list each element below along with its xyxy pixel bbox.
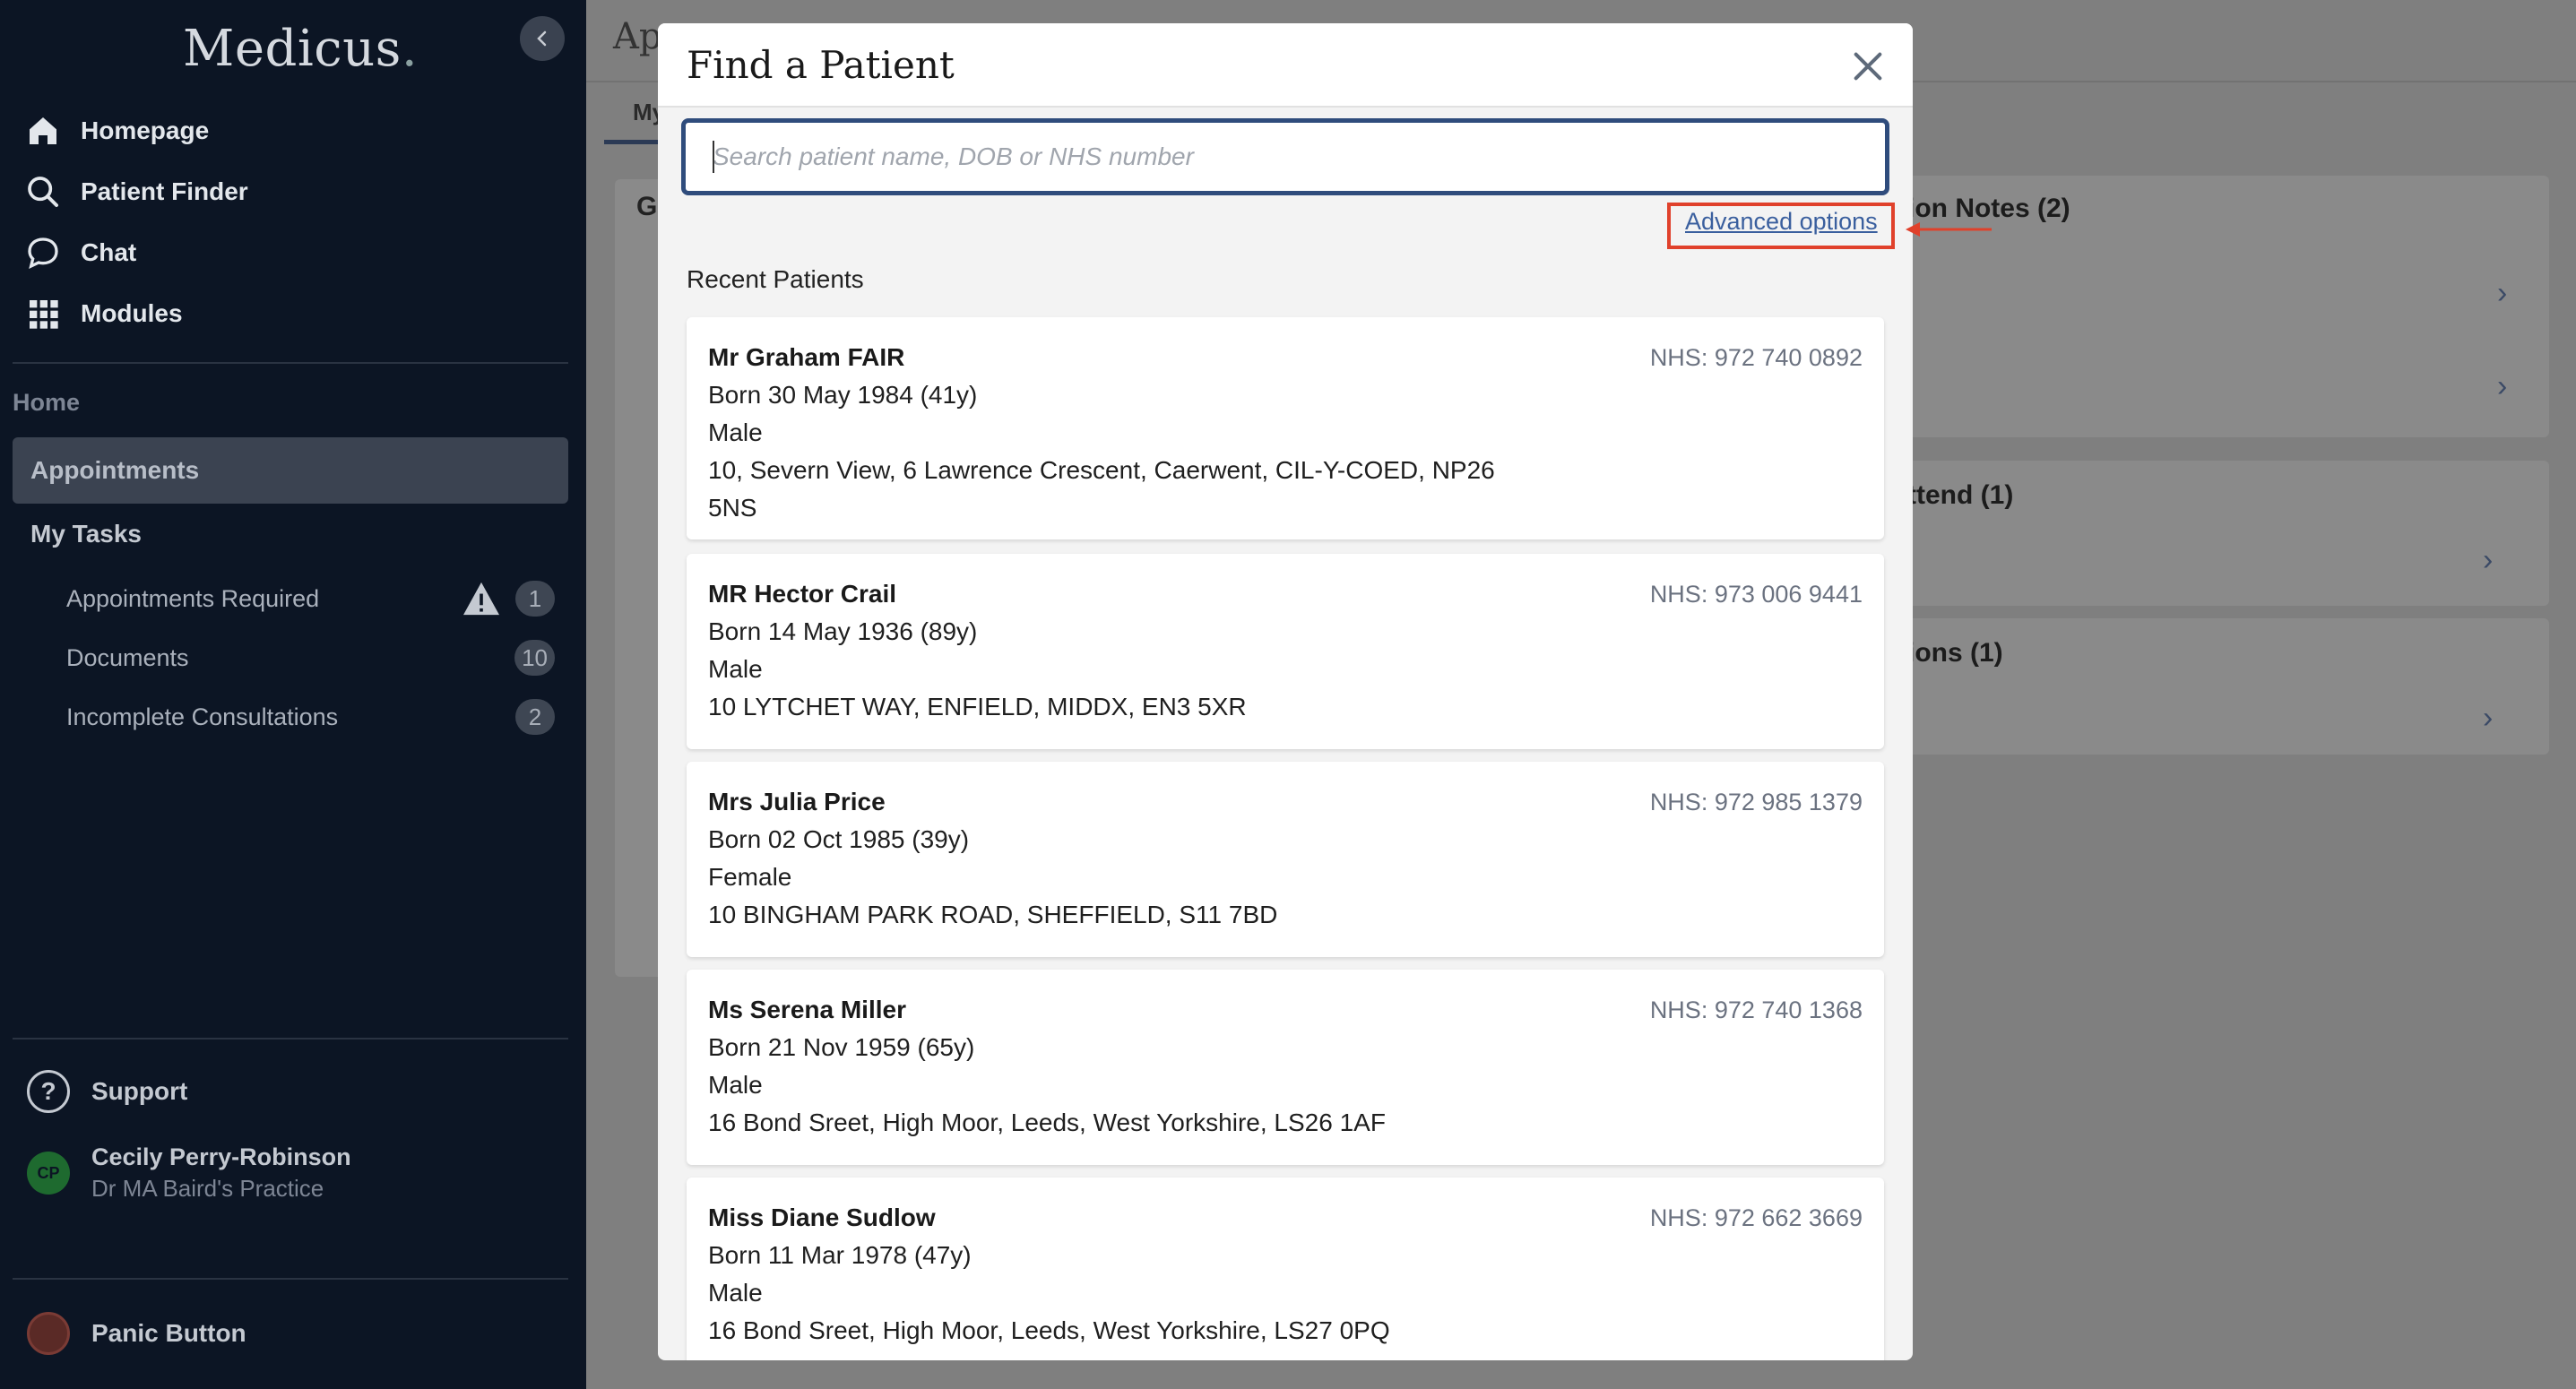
patient-search-input[interactable] — [713, 142, 1885, 171]
recent-patients-heading: Recent Patients — [687, 265, 864, 293]
task-appointments-required[interactable]: Appointments Required 1 — [66, 579, 555, 618]
chat-icon — [28, 237, 58, 270]
patient-address: 16 Bond Sreet, High Moor, Leeds, West Yo… — [708, 1316, 1390, 1344]
card-title: ttend (1) — [1907, 480, 2014, 510]
nav-chat[interactable]: Chat — [25, 228, 136, 278]
page-title: Ap — [613, 16, 662, 57]
patient-gender: Female — [708, 863, 792, 891]
home-icon — [30, 117, 56, 144]
annotation-arrow-icon — [1906, 222, 1992, 237]
patient-search-field[interactable] — [681, 118, 1889, 195]
chevron-right-icon[interactable]: › — [2497, 369, 2507, 404]
patient-card[interactable]: Mr Graham FAIR NHS: 972 740 0892 Born 30… — [687, 317, 1884, 539]
chevron-right-icon[interactable]: › — [2483, 543, 2493, 578]
chevron-left-icon — [537, 30, 547, 47]
panic-label: Panic Button — [91, 1319, 246, 1347]
dialog-header: Find a Patient — [658, 23, 1913, 108]
user-profile[interactable]: CP Cecily Perry-Robinson Dr MA Baird's P… — [27, 1143, 351, 1203]
task-incomplete-consultations[interactable]: Incomplete Consultations 2 — [66, 697, 555, 737]
nav-patient-finder[interactable]: Patient Finder — [25, 167, 248, 217]
sidebar-divider — [13, 1278, 568, 1280]
grid-icon — [30, 300, 58, 329]
card-title: ions (1) — [1907, 638, 2003, 668]
app-logo: Medicus. — [183, 20, 419, 78]
nav-label: Homepage — [81, 116, 210, 144]
sidebar-divider — [13, 1038, 568, 1040]
find-patient-dialog: Find a Patient Advanced options Recent P… — [658, 23, 1913, 1360]
task-count-badge: 10 — [514, 640, 555, 676]
patient-nhs-number: NHS: 972 985 1379 — [1649, 789, 1863, 815]
patient-dob: Born 30 May 1984 (41y) — [708, 381, 978, 409]
search-icon — [28, 177, 58, 207]
patient-dob: Born 11 Mar 1978 (47y) — [708, 1241, 972, 1269]
nav-label: Chat — [81, 238, 137, 266]
task-label: Incomplete Consultations — [66, 703, 339, 730]
patient-card[interactable]: Ms Serena Miller NHS: 972 740 1368 Born … — [687, 970, 1884, 1165]
task-label: Documents — [66, 643, 189, 671]
card-title: G — [636, 192, 658, 221]
advanced-options-link[interactable]: Advanced options — [1685, 208, 1878, 236]
text-caret — [713, 141, 714, 173]
nav-homepage[interactable]: Homepage — [25, 106, 209, 156]
patient-card[interactable]: Miss Diane Sudlow NHS: 972 662 3669 Born… — [687, 1178, 1884, 1360]
nav-modules[interactable]: Modules — [25, 289, 183, 339]
patient-card[interactable]: Mrs Julia Price NHS: 972 985 1379 Born 0… — [687, 762, 1884, 957]
chevron-right-icon[interactable]: › — [2483, 701, 2493, 736]
patient-dob: Born 21 Nov 1959 (65y) — [708, 1033, 975, 1061]
task-documents[interactable]: Documents 10 — [66, 638, 555, 677]
panic-icon — [27, 1312, 70, 1355]
avatar: CP — [27, 1152, 70, 1195]
sidebar-divider — [13, 362, 568, 364]
user-name: Cecily Perry-Robinson — [91, 1143, 351, 1170]
patient-gender: Male — [708, 655, 763, 683]
patient-nhs-number: NHS: 972 740 0892 — [1649, 344, 1863, 371]
nav-label: Patient Finder — [81, 177, 248, 205]
task-label: Appointments Required — [66, 584, 320, 612]
task-count-badge: 1 — [515, 581, 555, 617]
nav-label: Modules — [81, 299, 183, 327]
help-icon: ? — [27, 1070, 70, 1113]
dialog-title: Find a Patient — [687, 43, 955, 87]
sidebar-collapse-button[interactable] — [520, 16, 565, 61]
patient-nhs-number: NHS: 972 662 3669 — [1649, 1204, 1863, 1231]
warning-icon — [463, 582, 499, 616]
sidebar: Medicus. Homepage Patient Finder Chat Mo… — [0, 0, 586, 1389]
patient-address: 10 LYTCHET WAY, ENFIELD, MIDDX, EN3 5XR — [708, 693, 1247, 720]
patient-address: 16 Bond Sreet, High Moor, Leeds, West Yo… — [708, 1109, 1386, 1136]
nav-appointments[interactable]: Appointments — [13, 437, 568, 504]
task-count-badge: 2 — [515, 699, 555, 735]
patient-gender: Male — [708, 418, 763, 446]
patient-dob: Born 14 May 1936 (89y) — [708, 617, 978, 645]
my-tasks-heading[interactable]: My Tasks — [30, 520, 142, 548]
close-icon[interactable] — [1850, 48, 1886, 84]
patient-dob: Born 02 Oct 1985 (39y) — [708, 825, 970, 853]
support-label: Support — [91, 1077, 188, 1105]
panic-button[interactable]: Panic Button — [27, 1312, 246, 1355]
user-practice: Dr MA Baird's Practice — [91, 1175, 324, 1202]
support-link[interactable]: ? Support — [27, 1070, 187, 1113]
chevron-right-icon[interactable]: › — [2497, 276, 2507, 311]
section-home[interactable]: Home — [13, 389, 80, 417]
patient-address: 10 BINGHAM PARK ROAD, SHEFFIELD, S11 7BD — [708, 901, 1278, 928]
patient-nhs-number: NHS: 973 006 9441 — [1649, 581, 1863, 608]
patient-address: 10, Severn View, 6 Lawrence Crescent, Ca… — [708, 456, 1495, 522]
patient-nhs-number: NHS: 972 740 1368 — [1649, 996, 1863, 1023]
patient-gender: Male — [708, 1071, 763, 1099]
patient-card[interactable]: MR Hector Crail NHS: 973 006 9441 Born 1… — [687, 554, 1884, 749]
patient-gender: Male — [708, 1279, 763, 1307]
